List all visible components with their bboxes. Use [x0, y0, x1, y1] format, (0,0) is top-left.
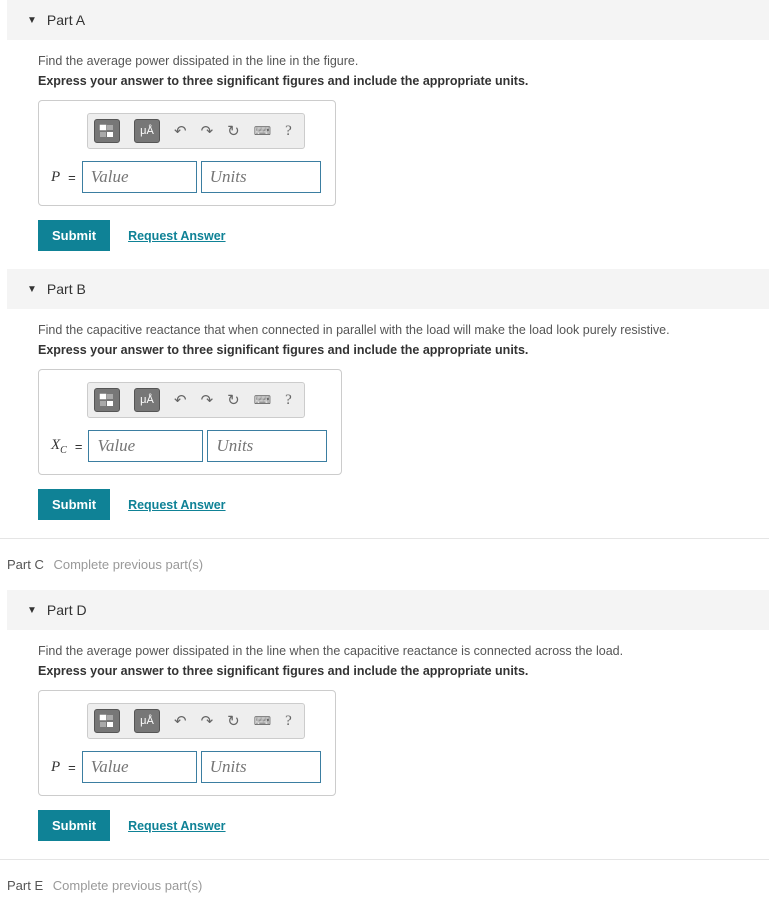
- template-icon: [99, 124, 115, 138]
- special-char-button[interactable]: μÅ: [134, 119, 160, 143]
- part-e-msg: Complete previous part(s): [53, 878, 203, 893]
- help-icon[interactable]: ?: [285, 123, 292, 140]
- collapse-arrow-icon: ▼: [27, 605, 37, 616]
- value-input[interactable]: [88, 430, 203, 462]
- redo-icon[interactable]: ↷: [201, 712, 214, 730]
- part-b-title: Part B: [47, 281, 86, 297]
- redo-icon[interactable]: ↷: [201, 122, 214, 140]
- special-char-button[interactable]: μÅ: [134, 709, 160, 733]
- reset-icon[interactable]: ↻: [227, 712, 240, 730]
- part-d-title: Part D: [47, 602, 87, 618]
- reset-icon[interactable]: ↻: [227, 122, 240, 140]
- part-e-locked: Part E Complete previous part(s): [0, 859, 769, 911]
- input-row: XC =: [51, 430, 327, 462]
- reset-icon[interactable]: ↻: [227, 391, 240, 409]
- request-answer-link[interactable]: Request Answer: [128, 229, 225, 243]
- formula-toolbar: μÅ ↶ ↷ ↻ ⌨ ?: [87, 382, 305, 418]
- undo-icon[interactable]: ↶: [174, 712, 187, 730]
- submit-button[interactable]: Submit: [38, 220, 110, 251]
- part-a-instruction: Express your answer to three significant…: [38, 74, 769, 88]
- help-icon[interactable]: ?: [285, 713, 292, 730]
- template-icon: [99, 393, 115, 407]
- part-c-locked: Part C Complete previous part(s): [0, 538, 769, 590]
- variable-label: P: [51, 759, 60, 776]
- special-char-button[interactable]: μÅ: [134, 388, 160, 412]
- variable-base: X: [51, 437, 60, 453]
- undo-icon[interactable]: ↶: [174, 391, 187, 409]
- part-d-instruction: Express your answer to three significant…: [38, 664, 769, 678]
- units-input[interactable]: [201, 751, 321, 783]
- value-input[interactable]: [82, 161, 197, 193]
- answer-box: μÅ ↶ ↷ ↻ ⌨ ? P =: [38, 690, 336, 796]
- template-button[interactable]: [94, 388, 120, 412]
- actions-row: Submit Request Answer: [38, 489, 769, 520]
- collapse-arrow-icon: ▼: [27, 15, 37, 26]
- part-a-prompt: Find the average power dissipated in the…: [38, 54, 769, 68]
- variable-label: P: [51, 169, 60, 186]
- variable-subscript: C: [60, 445, 67, 456]
- input-row: P =: [51, 751, 321, 783]
- undo-icon[interactable]: ↶: [174, 122, 187, 140]
- part-d-prompt: Find the average power dissipated in the…: [38, 644, 769, 658]
- part-d-section: ▼ Part D Find the average power dissipat…: [0, 590, 769, 851]
- part-c-msg: Complete previous part(s): [53, 557, 203, 572]
- part-e-title: Part E: [7, 878, 43, 893]
- part-a-header[interactable]: ▼ Part A: [7, 0, 769, 40]
- redo-icon[interactable]: ↷: [201, 391, 214, 409]
- help-icon[interactable]: ?: [285, 392, 292, 409]
- units-input[interactable]: [207, 430, 327, 462]
- equals-label: =: [75, 439, 83, 454]
- submit-button[interactable]: Submit: [38, 810, 110, 841]
- part-d-body: Find the average power dissipated in the…: [0, 630, 769, 851]
- part-a-title: Part A: [47, 12, 85, 28]
- answer-box: μÅ ↶ ↷ ↻ ⌨ ? XC =: [38, 369, 342, 475]
- equals-label: =: [68, 760, 76, 775]
- part-c-title: Part C: [7, 557, 44, 572]
- actions-row: Submit Request Answer: [38, 810, 769, 841]
- part-a-body: Find the average power dissipated in the…: [0, 40, 769, 261]
- input-row: P =: [51, 161, 321, 193]
- template-button[interactable]: [94, 119, 120, 143]
- part-d-header[interactable]: ▼ Part D: [7, 590, 769, 630]
- part-b-body: Find the capacitive reactance that when …: [0, 309, 769, 530]
- keyboard-icon[interactable]: ⌨: [254, 393, 271, 407]
- formula-toolbar: μÅ ↶ ↷ ↻ ⌨ ?: [87, 113, 305, 149]
- formula-toolbar: μÅ ↶ ↷ ↻ ⌨ ?: [87, 703, 305, 739]
- part-a-section: ▼ Part A Find the average power dissipat…: [0, 0, 769, 261]
- value-input[interactable]: [82, 751, 197, 783]
- keyboard-icon[interactable]: ⌨: [254, 714, 271, 728]
- collapse-arrow-icon: ▼: [27, 284, 37, 295]
- units-input[interactable]: [201, 161, 321, 193]
- template-button[interactable]: [94, 709, 120, 733]
- request-answer-link[interactable]: Request Answer: [128, 498, 225, 512]
- actions-row: Submit Request Answer: [38, 220, 769, 251]
- keyboard-icon[interactable]: ⌨: [254, 124, 271, 138]
- part-b-section: ▼ Part B Find the capacitive reactance t…: [0, 269, 769, 530]
- part-b-instruction: Express your answer to three significant…: [38, 343, 769, 357]
- equals-label: =: [68, 170, 76, 185]
- variable-label: XC: [51, 437, 67, 456]
- part-b-prompt: Find the capacitive reactance that when …: [38, 323, 769, 337]
- request-answer-link[interactable]: Request Answer: [128, 819, 225, 833]
- answer-box: μÅ ↶ ↷ ↻ ⌨ ? P =: [38, 100, 336, 206]
- template-icon: [99, 714, 115, 728]
- part-b-header[interactable]: ▼ Part B: [7, 269, 769, 309]
- submit-button[interactable]: Submit: [38, 489, 110, 520]
